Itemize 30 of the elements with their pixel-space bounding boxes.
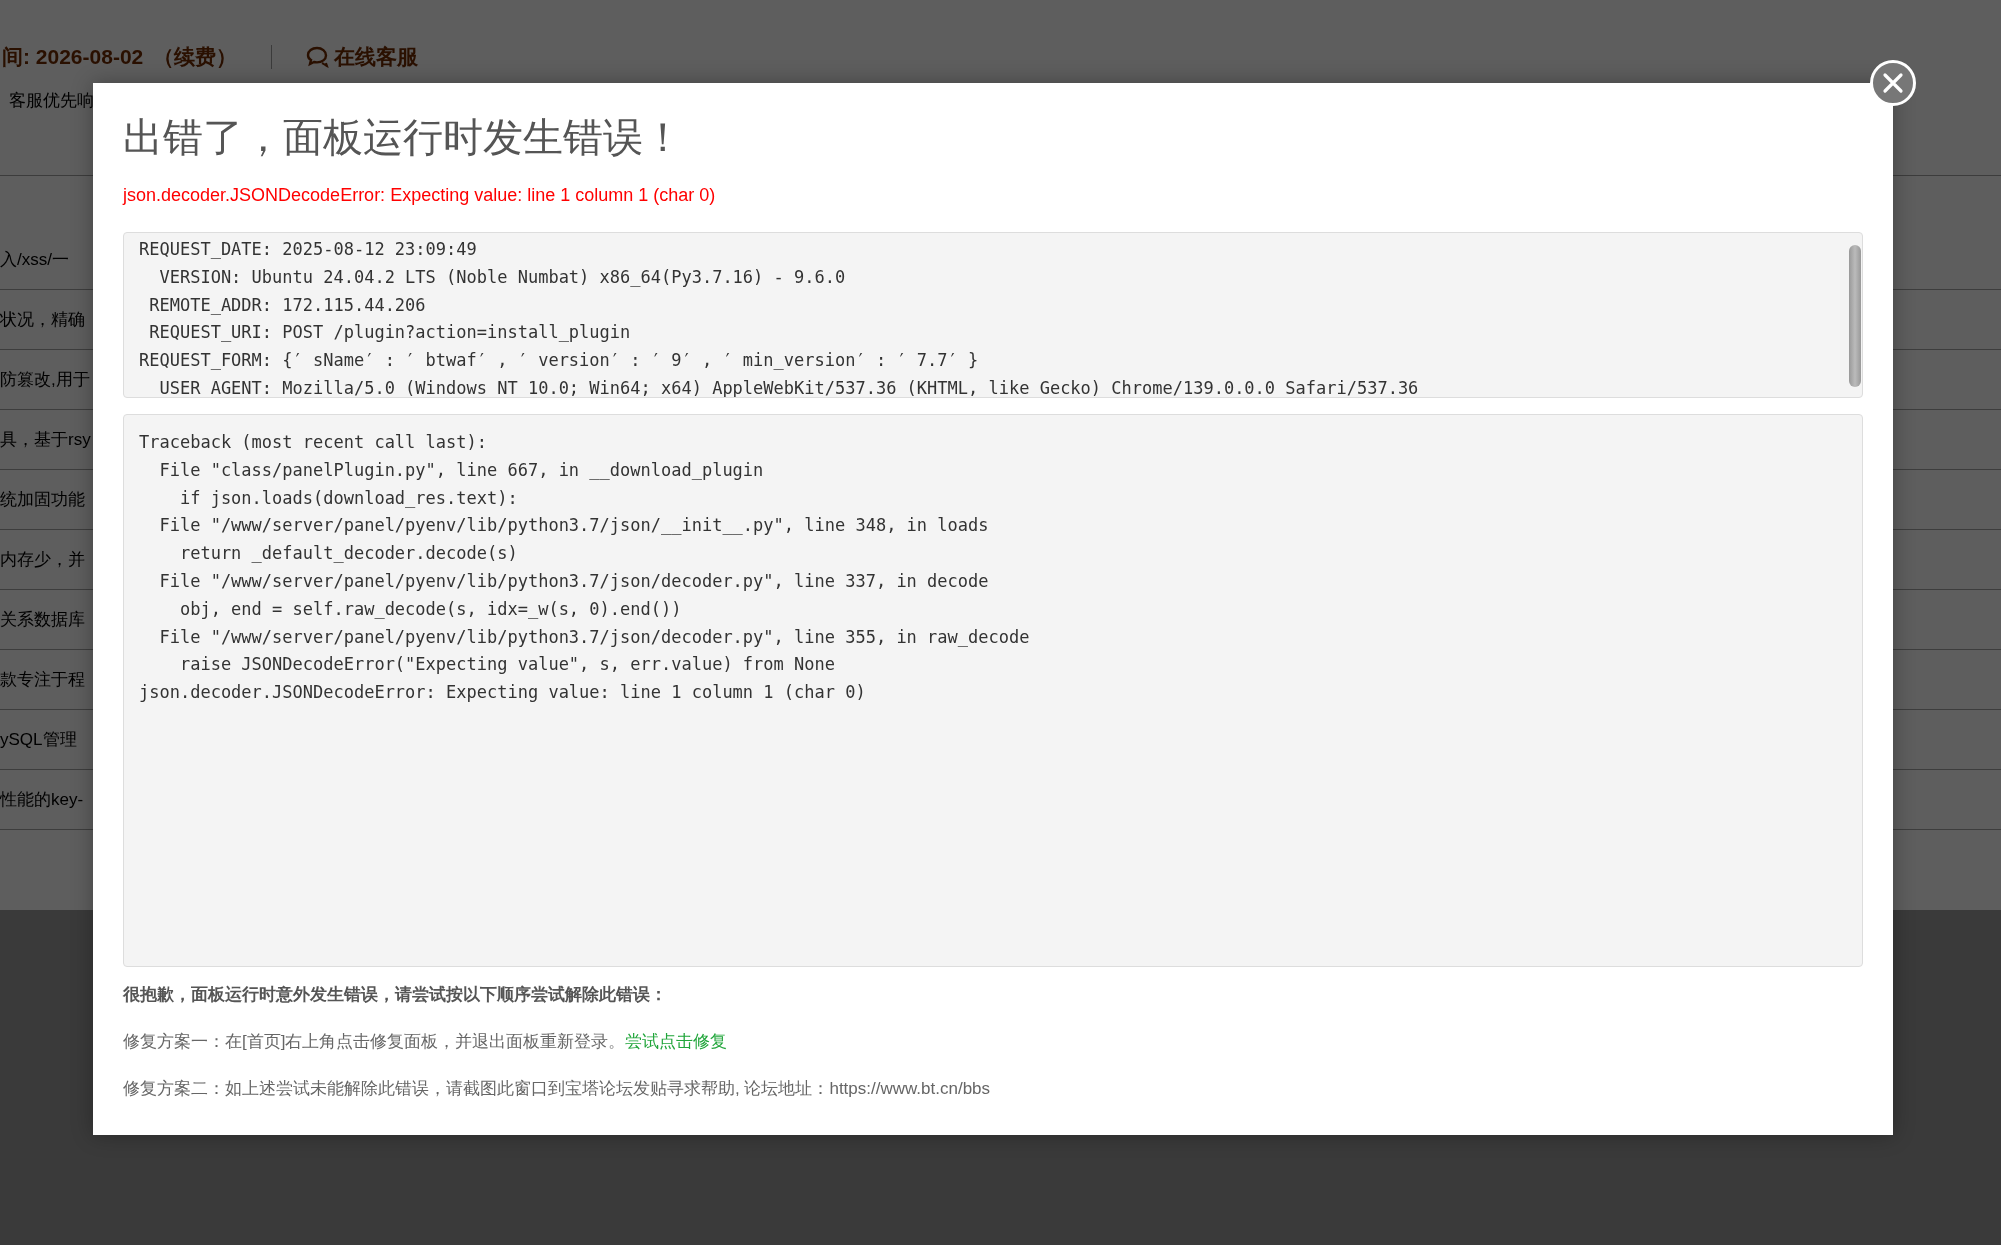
fix-step-text: 修复方案一：在[首页]右上角点击修复面板，并退出面板重新登录。尝试点击修复 [123,1031,729,1053]
request-info-line: REQUEST_FORM: {′ sName′ : ′ btwaf′ , ′ version′ : ′ 9′ , ′ min_version′ : ′ 7.7′ } [139,349,980,373]
scrollbar[interactable] [1849,245,1861,387]
expiry-date: 间: 2026-08-02 [2,44,144,70]
notice-text: 客服优先响 [9,90,95,112]
dialog-title: 出错了，面板运行时发生错误！ [123,114,684,161]
plugin-description: 入/xss/一 [0,249,69,271]
fix-step-text: 修复方案二：如上述尝试未能解除此错误，请截图此窗口到宝塔论坛发贴寻求帮助, 论坛地址：https://www.bt.cn/bbs [123,1078,992,1100]
plugin-description: 统加固功能 [0,489,85,511]
error-message: json.decoder.JSONDecodeError: Expecting value: line 1 column 1 (char 0) [123,184,717,207]
request-info-line: REMOTE_ADDR: 172.115.44.206 [148,293,427,317]
request-info-line: REQUEST_URI: POST /plugin?action=install_plugin [148,321,632,345]
support-link[interactable]: 在线客服 [306,43,419,71]
plugin-description: ySQL管理 [0,729,77,751]
plugin-description: 性能的key- [0,789,84,811]
plugin-description: 关系数据库 [0,609,85,631]
traceback-text: Traceback (most recent call last): File "class/panelPlugin.py", line 667, in __download_plugin if json.loads(download_res.text): File "/www/server/panel/pyenv/lib/python3.7/json/__init__.py", line 348, in loads return _default_decoder.decode(s) File "/www/server/panel/pyenv/lib/python3.7/json/decoder.py", line 337, in decode obj, end = self.raw_decode(s, idx=_w(s, 0).end()) File "/www/server/panel/pyenv/lib/python3.7/json/decoder.py", line 355, in raw_decode raise JSONDecodeError("Expecting value", s, err.value) from None json.decoder.JSONDecodeError: Expecting value: line 1 column 1 (char 0) [123,414,1863,967]
request-info-line: REQUEST_DATE: 2025-08-12 23:09:49 [139,238,478,261]
plugin-description: 状况，精确 [0,309,85,331]
request-info-line: VERSION: Ubuntu 24.04.2 LTS (Noble Numbat) x86_64(Py3.7.16) - 9.6.0 [158,265,847,289]
plugin-description: 款专注于程 [0,669,85,691]
plugin-description: 内存少，并 [0,549,85,571]
plugin-description: 具，基于rsy [0,429,91,451]
help-heading: 很抱歉，面板运行时意外发生错误，请尝试按以下顺序尝试解除此错误： [123,984,668,1006]
plugin-description: 防篡改,用于 [0,369,90,391]
repair-link[interactable]: 尝试点击修复 [625,1032,728,1051]
close-icon [1882,72,1904,94]
renew-link[interactable]: （续费） [153,43,238,71]
request-info-line: USER_AGENT: Mozilla/5.0 (Windows NT 10.0; Win64; x64) AppleWebKit/537.36 (KHTML, like Gecko) Chrome/139.0.0.0 Safari/537.36 [158,377,1420,397]
chat-icon [306,46,331,68]
